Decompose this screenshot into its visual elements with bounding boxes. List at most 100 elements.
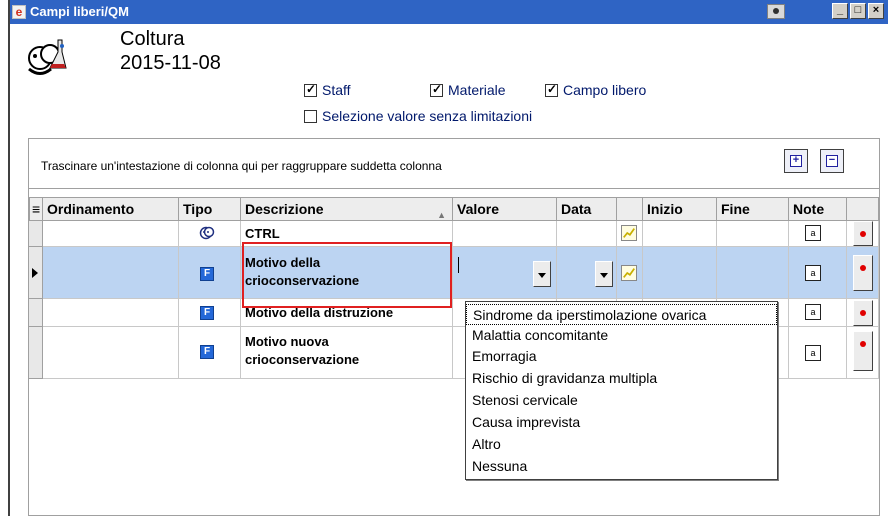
campo-libero-option[interactable]: Campo libero xyxy=(545,82,646,98)
table-cell[interactable] xyxy=(789,327,847,379)
table-cell[interactable] xyxy=(617,247,643,299)
minimize-button[interactable]: _ xyxy=(832,3,848,19)
dropdown-option[interactable]: Stenosi cervicale xyxy=(466,390,777,411)
row-indicator[interactable] xyxy=(29,247,43,299)
column-descrizione[interactable]: Descrizione ▲ xyxy=(241,197,453,221)
chart-icon[interactable] xyxy=(621,265,637,281)
table-cell[interactable] xyxy=(453,221,557,247)
data-dropdown-button[interactable] xyxy=(595,261,613,287)
table-cell[interactable] xyxy=(179,327,241,379)
page-title: Coltura xyxy=(120,28,185,50)
table-cell[interactable] xyxy=(643,221,717,247)
dropdown-option[interactable]: Causa imprevista xyxy=(466,412,777,433)
close-button[interactable]: × xyxy=(868,3,884,19)
window-title: Campi liberi/QM xyxy=(30,4,129,19)
delete-button[interactable] xyxy=(853,221,873,246)
free-field-icon xyxy=(200,306,214,320)
dropdown-option[interactable]: Altro xyxy=(466,434,777,455)
table-cell[interactable] xyxy=(847,221,879,247)
highlight-annotation xyxy=(242,242,452,308)
maximize-button[interactable]: □ xyxy=(850,3,866,19)
row-description-line2: crioconservazione xyxy=(245,352,360,367)
row-indicator[interactable] xyxy=(29,327,43,379)
note-icon[interactable] xyxy=(805,345,821,361)
table-cell[interactable] xyxy=(43,299,179,327)
materiale-checkbox[interactable] xyxy=(430,82,443,97)
camera-icon[interactable] xyxy=(767,4,785,19)
table-cell[interactable] xyxy=(43,247,179,299)
row-description-line1: Motivo nuova xyxy=(245,334,329,349)
column-chooser-icon[interactable]: ≡ xyxy=(29,197,43,221)
row-indicator[interactable] xyxy=(29,299,43,327)
table-cell[interactable] xyxy=(179,247,241,299)
table-cell[interactable] xyxy=(43,221,179,247)
group-hint: Trascinare un'intestazione di colonna qu… xyxy=(41,159,442,173)
delete-button[interactable] xyxy=(853,300,873,326)
note-icon[interactable] xyxy=(805,304,821,320)
materiale-option[interactable]: Materiale xyxy=(430,82,506,98)
dropdown-option[interactable]: Malattia concomitante xyxy=(466,325,777,346)
table-cell[interactable] xyxy=(847,299,879,327)
free-field-icon xyxy=(200,345,214,359)
note-icon[interactable] xyxy=(805,265,821,281)
column-tipo[interactable]: Tipo xyxy=(179,197,241,221)
selezione-checkbox[interactable] xyxy=(304,109,317,123)
staff-label: Staff xyxy=(322,82,351,98)
table-cell[interactable] xyxy=(557,221,617,247)
column-ordinamento[interactable]: Ordinamento xyxy=(43,197,179,221)
table-cell[interactable] xyxy=(847,247,879,299)
dropdown-option[interactable]: Rischio di gravidanza multipla xyxy=(466,368,777,389)
table-cell[interactable] xyxy=(717,247,789,299)
table-cell[interactable] xyxy=(179,299,241,327)
dropdown-option[interactable]: Sindrome da iperstimolazione ovarica xyxy=(466,304,777,325)
staff-checkbox[interactable] xyxy=(304,82,317,97)
dropdown-option[interactable]: Nessuna xyxy=(466,456,777,477)
table-cell[interactable] xyxy=(43,327,179,379)
table-cell[interactable] xyxy=(789,299,847,327)
table-cell[interactable] xyxy=(179,221,241,247)
delete-button[interactable] xyxy=(853,255,873,291)
page-date: 2015-11-08 xyxy=(120,52,221,74)
column-valore[interactable]: Valore xyxy=(453,197,557,221)
column-data[interactable]: Data xyxy=(557,197,617,221)
note-icon[interactable] xyxy=(805,225,821,241)
delete-button[interactable] xyxy=(853,331,873,371)
column-inizio[interactable]: Inizio xyxy=(643,197,717,221)
chart-icon[interactable] xyxy=(621,225,637,241)
dropdown-option[interactable]: Emorragia xyxy=(466,346,777,367)
title-bar[interactable]: e Campi liberi/QM _ □ × xyxy=(10,0,888,24)
valore-input[interactable] xyxy=(453,247,557,299)
campo-libero-label: Campo libero xyxy=(563,82,647,98)
collapse-all-button[interactable]: − xyxy=(820,149,844,173)
table-cell[interactable] xyxy=(617,221,643,247)
column-note[interactable]: Note xyxy=(789,197,847,221)
column-fine[interactable]: Fine xyxy=(717,197,789,221)
materiale-label: Materiale xyxy=(448,82,506,98)
table-cell[interactable] xyxy=(847,327,879,379)
collapse-icon: − xyxy=(826,155,838,167)
column-action[interactable] xyxy=(847,197,879,221)
text-caret xyxy=(458,257,459,273)
data-input[interactable] xyxy=(557,247,617,299)
expand-all-button[interactable]: + xyxy=(784,149,808,173)
group-by-panel[interactable]: Trascinare un'intestazione di colonna qu… xyxy=(29,139,879,189)
free-field-icon xyxy=(200,267,214,281)
current-row-arrow-icon xyxy=(32,268,38,278)
main-window: e Campi liberi/QM _ □ × Coltura 2015-11-… xyxy=(8,0,888,516)
table-cell[interactable] xyxy=(643,247,717,299)
valore-dropdown-list[interactable]: Sindrome da iperstimolazione ovarica Mal… xyxy=(465,301,778,480)
row-description: CTRL xyxy=(245,226,280,241)
app-icon: e xyxy=(12,5,26,19)
table-cell[interactable] xyxy=(789,221,847,247)
table-cell[interactable] xyxy=(717,221,789,247)
expand-icon: + xyxy=(790,155,802,167)
table-cell[interactable]: Motivo nuova crioconservazione xyxy=(241,327,453,379)
selezione-option[interactable]: Selezione valore senza limitazioni xyxy=(304,108,532,124)
staff-option[interactable]: Staff xyxy=(304,82,351,98)
campo-libero-checkbox[interactable] xyxy=(545,82,558,97)
table-cell[interactable] xyxy=(789,247,847,299)
valore-dropdown-button[interactable] xyxy=(533,261,551,287)
patient-culture-icon xyxy=(28,39,67,75)
column-chart[interactable] xyxy=(617,197,643,221)
row-indicator[interactable] xyxy=(29,221,43,247)
